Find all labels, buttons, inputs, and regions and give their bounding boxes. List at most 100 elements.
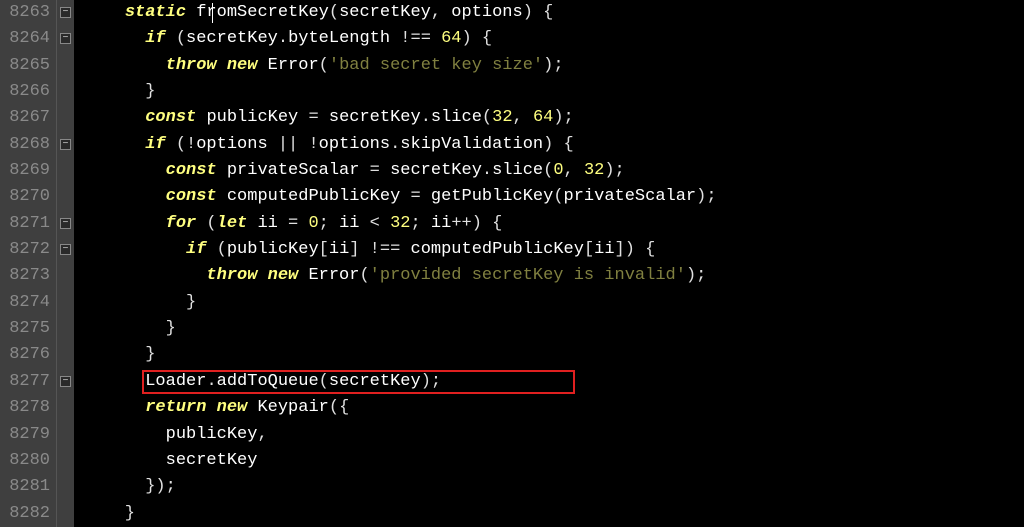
token-op: =: [400, 187, 431, 206]
token-kw: new: [268, 266, 299, 285]
token-num: 64: [441, 29, 461, 48]
token-pun: );: [686, 266, 706, 285]
token-ws: [84, 3, 125, 22]
fold-column: − − − − − −: [56, 0, 74, 527]
token-pun: );: [543, 56, 563, 75]
token-id: computedPublicKey: [411, 240, 584, 259]
token-id: publicKey: [227, 240, 319, 259]
token-pun: );: [604, 161, 624, 180]
token-ws: [186, 3, 196, 22]
line-number: 8282: [2, 501, 50, 527]
token-pun: (!: [166, 135, 197, 154]
code-line[interactable]: throw new Error('provided secretKey is i…: [74, 263, 1024, 289]
code-line[interactable]: }: [74, 501, 1024, 527]
token-num: 32: [584, 161, 604, 180]
code-line[interactable]: });: [74, 474, 1024, 500]
code-line[interactable]: static fromSecretKey(secretKey, options)…: [74, 0, 1024, 26]
token-pun: (: [166, 29, 186, 48]
code-line[interactable]: throw new Error('bad secret key size');: [74, 53, 1024, 79]
line-number: 8276: [2, 342, 50, 368]
token-fn: slice: [492, 161, 543, 180]
line-number: 8264: [2, 26, 50, 52]
token-kw: if: [145, 135, 165, 154]
token-kw: throw: [206, 266, 257, 285]
token-op: =: [298, 108, 329, 127]
code-line[interactable]: publicKey,: [74, 422, 1024, 448]
token-pun: (: [543, 161, 553, 180]
token-op: =: [359, 161, 390, 180]
token-kw: if: [186, 240, 206, 259]
token-id: secretKey: [339, 3, 431, 22]
code-line[interactable]: }: [74, 316, 1024, 342]
fold-marker-icon[interactable]: −: [60, 218, 71, 229]
token-id: secretKey: [329, 372, 421, 391]
text-caret: [212, 3, 213, 23]
token-id: skipValidation: [400, 135, 543, 154]
token-fn: Error: [268, 56, 319, 75]
token-pun: .: [482, 161, 492, 180]
line-number: 8266: [2, 79, 50, 105]
token-id: Loader: [145, 372, 206, 391]
code-line[interactable]: for (let ii = 0; ii < 32; ii++) {: [74, 211, 1024, 237]
token-pun: (: [206, 240, 226, 259]
token-id: ii: [257, 214, 277, 233]
token-fn: Error: [308, 266, 359, 285]
token-str: 'bad secret key size': [329, 56, 543, 75]
code-line[interactable]: if (!options || !options.skipValidation)…: [74, 132, 1024, 158]
token-pun: ) {: [543, 135, 574, 154]
token-id: ii: [339, 214, 359, 233]
token-pun: (: [482, 108, 492, 127]
token-ws: [217, 161, 227, 180]
code-line[interactable]: Loader.addToQueue(secretKey);: [74, 369, 1024, 395]
token-pun: (: [319, 56, 329, 75]
fold-marker-icon[interactable]: −: [60, 376, 71, 387]
fold-marker-icon[interactable]: −: [60, 244, 71, 255]
code-line[interactable]: const privateScalar = secretKey.slice(0,…: [74, 158, 1024, 184]
token-kw: new: [227, 56, 258, 75]
code-area[interactable]: static fromSecretKey(secretKey, options)…: [74, 0, 1024, 527]
token-pun: ({: [329, 398, 349, 417]
token-kw: return: [145, 398, 206, 417]
line-number: 8281: [2, 474, 50, 500]
code-line[interactable]: }: [74, 290, 1024, 316]
line-number: 8267: [2, 105, 50, 131]
code-line[interactable]: }: [74, 79, 1024, 105]
token-pun: }: [84, 293, 196, 312]
token-id: secretKey: [390, 161, 482, 180]
code-line[interactable]: if (secretKey.byteLength !== 64) {: [74, 26, 1024, 52]
line-number-gutter: 8263826482658266826782688269827082718272…: [0, 0, 56, 527]
code-line[interactable]: const publicKey = secretKey.slice(32, 64…: [74, 105, 1024, 131]
token-pun: }: [84, 82, 155, 101]
token-fn: slice: [431, 108, 482, 127]
line-number: 8263: [2, 0, 50, 26]
token-fn: Keypair: [257, 398, 328, 417]
token-id: options: [451, 3, 522, 22]
code-line[interactable]: if (publicKey[ii] !== computedPublicKey[…: [74, 237, 1024, 263]
token-ws: [217, 56, 227, 75]
line-number: 8268: [2, 132, 50, 158]
token-pun: .: [206, 372, 216, 391]
token-pun: ) {: [462, 29, 493, 48]
fold-marker-icon[interactable]: −: [60, 7, 71, 18]
line-number: 8270: [2, 184, 50, 210]
code-line[interactable]: return new Keypair({: [74, 395, 1024, 421]
code-line[interactable]: secretKey: [74, 448, 1024, 474]
fold-marker-icon[interactable]: −: [60, 139, 71, 150]
token-pun: (: [359, 266, 369, 285]
token-ws: [247, 214, 257, 233]
code-line[interactable]: const computedPublicKey = getPublicKey(p…: [74, 184, 1024, 210]
token-op: <: [359, 214, 390, 233]
token-id: byteLength: [288, 29, 390, 48]
token-ws: [298, 266, 308, 285]
token-kw: if: [145, 29, 165, 48]
token-pun: });: [84, 477, 176, 496]
line-number: 8274: [2, 290, 50, 316]
token-id: ii: [329, 240, 349, 259]
token-ws: [206, 398, 216, 417]
token-ws: [196, 108, 206, 127]
token-pun: ,: [564, 161, 584, 180]
code-line[interactable]: }: [74, 342, 1024, 368]
fold-marker-icon[interactable]: −: [60, 33, 71, 44]
token-ws: [84, 372, 145, 391]
token-ws: [84, 108, 145, 127]
